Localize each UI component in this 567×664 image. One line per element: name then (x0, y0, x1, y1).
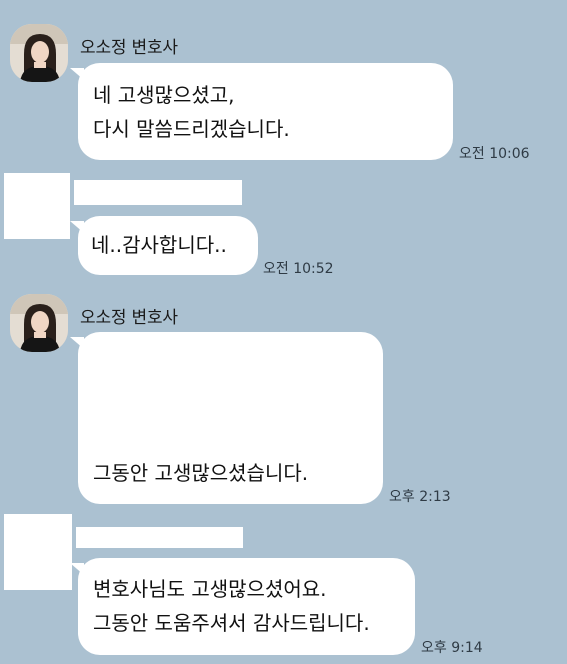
message-time: 오후 9:14 (421, 640, 483, 656)
message-time: 오후 2:13 (389, 489, 451, 505)
redacted-avatar (4, 173, 70, 239)
message-time: 오전 10:06 (459, 146, 530, 162)
sender-name: 오소정 변호사 (80, 38, 178, 58)
message-bubble[interactable]: 그동안 고생많으셨습니다. (78, 332, 383, 504)
message-bubble[interactable]: 변호사님도 고생많으셨어요. 그동안 도움주셔서 감사드립니다. (78, 558, 415, 655)
person-avatar-icon (10, 24, 68, 82)
sender-name: 오소정 변호사 (80, 308, 178, 328)
message-text: 그동안 고생많으셨습니다. (93, 461, 309, 485)
message-bubble[interactable]: 네 고생많으셨고, 다시 말씀드리겠습니다. (78, 63, 453, 160)
message-text: 네 고생많으셨고, (93, 83, 235, 107)
message-text: 네..감사합니다.. (91, 233, 227, 257)
message-text: 그동안 도움주셔서 감사드립니다. (93, 611, 370, 635)
redacted-sender-name (74, 180, 242, 205)
sender-avatar[interactable] (10, 24, 68, 82)
sender-avatar[interactable] (10, 294, 68, 352)
redacted-sender-name (76, 527, 243, 548)
message-bubble[interactable]: 네..감사합니다.. (78, 216, 258, 275)
message-text: 다시 말씀드리겠습니다. (93, 117, 290, 141)
redacted-avatar (4, 514, 72, 590)
person-avatar-icon (10, 294, 68, 352)
message-text: 변호사님도 고생많으셨어요. (93, 577, 327, 601)
message-time: 오전 10:52 (263, 261, 334, 277)
